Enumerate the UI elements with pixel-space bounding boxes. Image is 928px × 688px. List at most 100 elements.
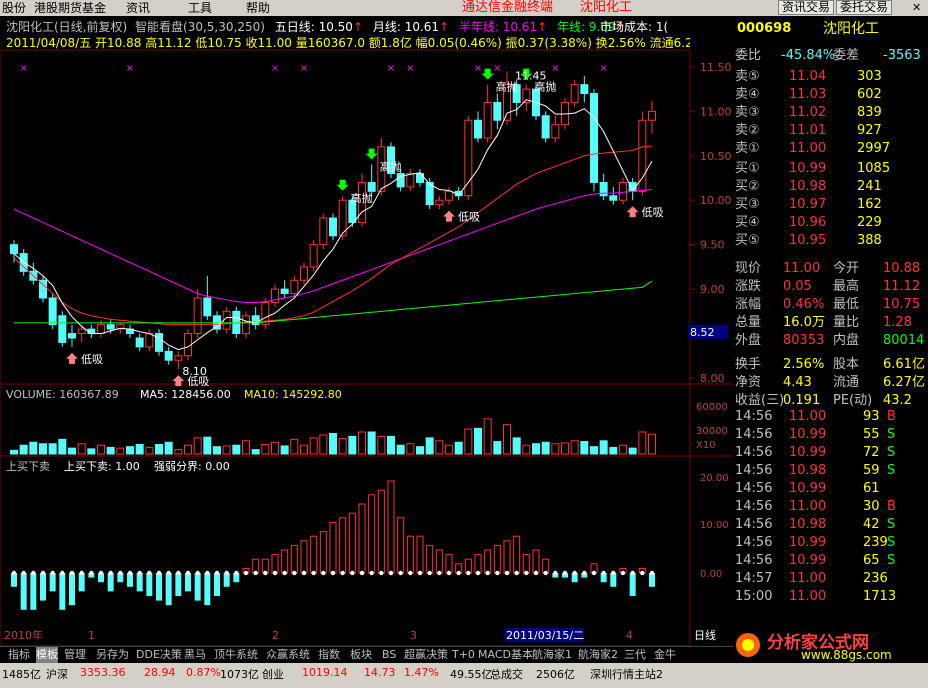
oscillator-bar bbox=[165, 573, 172, 606]
up-arrow-icon bbox=[626, 206, 639, 218]
oscillator-dot bbox=[456, 570, 461, 576]
tab-15[interactable]: 航海家2 bbox=[578, 647, 618, 663]
sell-level-cell: 11.04 bbox=[789, 69, 827, 84]
close-icon[interactable]: ✕ bbox=[912, 0, 921, 16]
candle-body bbox=[570, 84, 579, 103]
volume-bar bbox=[425, 437, 434, 455]
volume-bar bbox=[126, 446, 134, 455]
tab-6[interactable]: 顶牛系统 bbox=[214, 647, 258, 663]
volume-bar bbox=[387, 435, 395, 455]
oscillator-bar bbox=[271, 554, 279, 574]
candle-body bbox=[580, 84, 589, 95]
volume-bar bbox=[445, 444, 453, 455]
volume-bar bbox=[10, 449, 18, 455]
menu-item-help[interactable]: 帮助 bbox=[246, 0, 270, 16]
tab-5[interactable]: 黑马 bbox=[184, 647, 206, 663]
oscillator-dot bbox=[485, 570, 490, 576]
volume-bar bbox=[48, 443, 57, 455]
tab-4[interactable]: DDE决策 bbox=[136, 647, 182, 663]
tab-1[interactable]: 模板 bbox=[36, 647, 58, 663]
oscillator-dot bbox=[243, 570, 249, 576]
status-bar: 1485亿 沪深 3353.36 28.94 0.87% 1073亿 创业 1019.14 14… bbox=[0, 663, 928, 688]
tab-17[interactable]: 金牛 bbox=[654, 647, 676, 663]
stat-row-cell: 涨幅 bbox=[735, 297, 762, 312]
volume-bar bbox=[251, 449, 260, 455]
tick-row-cell: 59 bbox=[863, 463, 880, 478]
down-arrow-icon bbox=[336, 179, 349, 191]
tab-9[interactable]: 板块 bbox=[350, 647, 372, 663]
oscillator-dot bbox=[185, 570, 191, 576]
osc-tick-label: 10.00 bbox=[700, 520, 729, 531]
tick-row-cell: 11.00 bbox=[789, 499, 827, 514]
oscillator-bar bbox=[310, 535, 318, 574]
oscillator-dot bbox=[166, 570, 171, 576]
oscillator-dot bbox=[649, 570, 655, 576]
menu-item-news[interactable]: 资讯 bbox=[126, 0, 150, 16]
app-title: 通达信金融终端 bbox=[462, 0, 554, 15]
tab-2[interactable]: 管理 bbox=[64, 647, 86, 663]
oscillator-bar bbox=[406, 535, 414, 574]
oscillator-dot bbox=[282, 570, 287, 576]
volume-bar bbox=[396, 444, 405, 455]
candle-body bbox=[319, 217, 328, 246]
tick-row-cell: 239 bbox=[863, 535, 888, 550]
candle-body bbox=[155, 333, 163, 352]
tab-7[interactable]: 众赢系统 bbox=[266, 647, 310, 663]
volume-bar bbox=[493, 441, 502, 455]
oscillator-dot bbox=[321, 570, 326, 576]
buy-level-cell: 10.95 bbox=[789, 233, 827, 248]
volume-bar bbox=[454, 441, 463, 455]
low-buy-label: 低吸 bbox=[81, 353, 103, 366]
stat-row-cell: 今开 bbox=[833, 261, 860, 276]
stat-row-cell: 涨跌 bbox=[735, 279, 762, 294]
tab-14[interactable]: 航海家1 bbox=[532, 647, 572, 663]
kline-chart[interactable]: 11.5011.0010.5010.009.509.008.528.00高抛高抛… bbox=[0, 16, 733, 646]
oscillator-dot bbox=[630, 570, 635, 576]
low-buy-label: 低吸 bbox=[642, 206, 664, 219]
tab-10[interactable]: BS bbox=[382, 647, 396, 663]
tab-12[interactable]: T+0 bbox=[452, 647, 475, 663]
tick-row: 14:56 11.00 30 B bbox=[733, 498, 928, 516]
status-item: 3353.36 bbox=[80, 666, 126, 679]
volume-bar bbox=[367, 431, 376, 455]
menu-item-stock[interactable]: 股份 bbox=[2, 0, 26, 16]
news-trade-button[interactable]: 资讯交易 bbox=[778, 0, 835, 15]
stat-row-cell: 总量 bbox=[735, 315, 762, 330]
buy-level-cell: 买③ bbox=[735, 197, 760, 212]
volume-tick-label: X10 bbox=[696, 440, 716, 451]
volume-bar bbox=[406, 443, 415, 455]
candle-body bbox=[97, 324, 105, 335]
tick-row-cell: 14:56 bbox=[735, 409, 773, 424]
down-arrow-icon bbox=[481, 68, 494, 80]
tick-row-cell: 10.99 bbox=[789, 553, 827, 568]
oscillator-dot bbox=[340, 570, 345, 576]
tab-0[interactable]: 指标 bbox=[8, 647, 30, 663]
delegate-trade-button[interactable]: 委托交易 bbox=[836, 0, 893, 15]
tick-row-cell: 65 bbox=[863, 553, 880, 568]
tab-3[interactable]: 另存为 bbox=[96, 647, 129, 663]
oscillator-bar bbox=[146, 573, 153, 596]
oscillator-dot bbox=[79, 570, 84, 576]
oscillator-bar bbox=[175, 573, 182, 596]
up-arrow-icon bbox=[443, 210, 455, 222]
stat-row-cell: 0.46% bbox=[783, 297, 825, 312]
price-tick-label: 10.00 bbox=[700, 194, 732, 207]
oscillator-bar bbox=[387, 480, 395, 574]
buy-level-cell: 162 bbox=[857, 197, 882, 212]
menu-item-tools[interactable]: 工具 bbox=[188, 0, 212, 16]
tab-11[interactable]: 超赢决策 bbox=[404, 647, 448, 663]
tab-13[interactable]: MACD基本 bbox=[478, 647, 533, 663]
volume-bar bbox=[532, 443, 540, 455]
buy-level-cell: 10.98 bbox=[789, 179, 827, 194]
peak-price-label: 11.45 bbox=[515, 69, 547, 82]
tab-16[interactable]: 三代 bbox=[624, 647, 646, 663]
price-tick-label: 11.00 bbox=[700, 105, 732, 118]
menu-item-hk-futures[interactable]: 港股期货基金 bbox=[34, 0, 106, 16]
stat-row-cell: 换手 bbox=[735, 357, 762, 372]
oscillator-title: 上买下卖 bbox=[6, 460, 50, 473]
tab-8[interactable]: 指数 bbox=[318, 647, 340, 663]
volume-bar bbox=[464, 428, 473, 455]
candle-body bbox=[174, 355, 183, 361]
oscillator-bar bbox=[493, 544, 501, 574]
sell-level-cell: 303 bbox=[857, 69, 882, 84]
